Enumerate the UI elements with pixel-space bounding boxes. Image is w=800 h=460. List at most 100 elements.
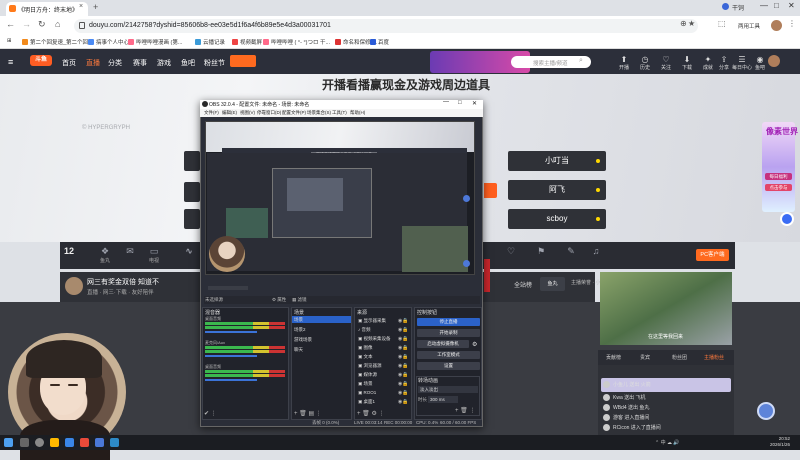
nav-icon-share[interactable]: ⇪ 分享 <box>714 55 734 71</box>
bookmark-item[interactable]: 哔哩哔哩 ( °- °)つロ 干... <box>263 38 330 46</box>
gift-item[interactable]: ♫ <box>585 246 607 257</box>
obs-close-icon[interactable]: ✕ <box>472 100 477 107</box>
obs-menu-scenecollection[interactable]: 场景集合(S) <box>307 110 331 116</box>
bookmark-item[interactable]: 第二个回复速_第二个回... <box>22 38 93 46</box>
nav-icon-yuba[interactable]: ◉ 鱼吧 <box>750 55 770 71</box>
app-taskbar-icon[interactable] <box>95 438 104 447</box>
nav-icon-download[interactable]: ⬇ 下载 <box>677 55 697 71</box>
gift-item[interactable]: ♡ <box>500 246 522 257</box>
start-icon[interactable] <box>4 438 13 447</box>
ext-label[interactable]: 两用工具 <box>738 22 760 30</box>
source-item[interactable]: ▣ 显示器采集 <box>358 318 386 324</box>
floating-action-icon[interactable] <box>757 402 775 420</box>
source-item[interactable]: ▣ ROO1 <box>358 390 376 396</box>
rank-tab[interactable]: 贡献榜 <box>606 354 621 361</box>
nav-games[interactable]: 游戏 <box>157 58 171 68</box>
scene-item[interactable]: 场景2 <box>294 327 306 333</box>
audio-settings-icon[interactable]: ✔ ⋮ <box>204 410 217 417</box>
streamer-card[interactable]: 阿飞 <box>508 180 606 200</box>
profile-icon[interactable] <box>722 3 729 10</box>
rank-row[interactable]: Kwa 送出 飞机 <box>603 394 723 403</box>
search-icon[interactable]: ⌕ <box>579 57 583 65</box>
rank-tab[interactable]: 粉丝团 <box>672 354 687 361</box>
user-avatar[interactable] <box>768 55 780 67</box>
source-item[interactable]: ▣ 桌面1 <box>358 399 375 405</box>
forward-icon[interactable]: → <box>22 19 31 29</box>
gift-item[interactable]: ✉ <box>119 246 141 257</box>
bookmark-item[interactable]: 云播记录 <box>195 38 225 46</box>
source-item[interactable]: ♪ 音频 <box>358 327 371 333</box>
extensions-icon[interactable]: ⬚ <box>718 19 726 28</box>
address-bar[interactable]: douyu.com/2142758?dyshid=85606b8-ee03e5d… <box>74 19 698 33</box>
virtual-camera-button[interactable]: 启动虚拟摄像机 <box>417 340 469 348</box>
reload-icon[interactable]: ↻ <box>38 19 46 30</box>
nav-promo-badge[interactable] <box>230 55 256 67</box>
volume-slider[interactable] <box>205 355 257 357</box>
obs-minimize-icon[interactable]: — <box>443 99 449 105</box>
nav-yuba[interactable]: 鱼吧 <box>181 58 195 68</box>
taskbar-clock[interactable]: 20:52 2026/1/26 <box>758 436 790 447</box>
streamer-card[interactable]: scboy <box>508 209 606 229</box>
bookmark-item[interactable]: 哔哩哔哩漫画 (第... <box>128 38 182 46</box>
obs-menu-tools[interactable]: 工具(T) <box>332 110 347 116</box>
system-tray[interactable]: ⌃ 中 ☁ 🔊 <box>655 439 680 446</box>
back-icon[interactable]: ← <box>6 19 15 29</box>
home-icon[interactable]: ⌂ <box>55 19 60 29</box>
volume-slider[interactable] <box>205 379 257 381</box>
obs-taskbar-icon[interactable] <box>35 438 44 447</box>
nav-live[interactable]: 直播 <box>86 58 100 68</box>
file-explorer-icon[interactable] <box>50 438 59 447</box>
stop-streaming-button[interactable]: 停止直播 <box>417 318 480 326</box>
obs-menu-file[interactable]: 文件(F) <box>204 110 219 116</box>
rank-row[interactable]: RCicon 进入了直播间 <box>603 424 723 433</box>
side-ad-button[interactable]: 每日福利 <box>765 173 792 180</box>
app-taskbar-icon[interactable] <box>110 438 119 447</box>
start-recording-button[interactable]: 开始录制 <box>417 329 480 337</box>
bookmark-item[interactable]: 搞事个人中心 <box>88 38 129 46</box>
source-item[interactable]: ▣ 场景 <box>358 381 373 387</box>
rank-row[interactable]: 游客 进入直播间 <box>603 414 723 423</box>
side-tab-orange[interactable] <box>484 183 497 198</box>
hamburger-icon[interactable]: ≡ <box>8 57 13 67</box>
close-window-icon[interactable]: ✕ <box>788 1 795 10</box>
pc-client-button[interactable]: PC客户端 <box>696 249 729 261</box>
zoom-icon[interactable]: ⊕ <box>680 19 687 28</box>
new-tab-icon[interactable]: + <box>93 2 98 12</box>
nav-icon-daily[interactable]: ☰ 每日中心 <box>732 55 752 71</box>
app-taskbar-icon[interactable] <box>80 438 89 447</box>
bookmark-apps-icon[interactable]: ⊞ <box>7 38 12 44</box>
menu-icon[interactable]: ⋮ <box>788 19 796 28</box>
scene-toolbar-icons[interactable]: + 🗑 ▤ ⋮ <box>294 410 322 417</box>
nav-fan-festival[interactable]: 粉丝节 <box>204 58 225 68</box>
settings-button[interactable]: 设置 <box>417 362 480 370</box>
transition-type-select[interactable]: 淡入淡出 <box>418 386 478 393</box>
scene-item[interactable]: 游戏场景 <box>294 337 312 343</box>
scene-item[interactable]: 场景 <box>294 317 303 323</box>
bookmark-item[interactable]: 百度 <box>370 38 389 46</box>
rank-row[interactable]: WBd4 送出 鱼丸 <box>603 404 723 413</box>
streamer-card-left[interactable] <box>184 151 200 171</box>
nav-icon-start[interactable]: ⬆ 开播 <box>614 55 634 71</box>
obs-preview-scrollbar[interactable] <box>208 286 248 290</box>
studio-mode-button[interactable]: 工作室模式 <box>417 351 480 359</box>
scene-item[interactable]: 聊天 <box>294 347 303 353</box>
source-item[interactable]: ▣ 文本 <box>358 354 373 360</box>
nav-home[interactable]: 首页 <box>62 58 76 68</box>
source-item[interactable]: ▣ 浏览器源 <box>358 363 382 369</box>
streamer-card-left[interactable] <box>184 209 200 229</box>
fan-badge[interactable]: 鱼丸 <box>540 277 565 291</box>
nav-category[interactable]: 分类 <box>108 58 122 68</box>
gift-item[interactable]: ▭ 电视 <box>143 246 165 264</box>
source-item[interactable]: ▣ 媒体源 <box>358 372 377 378</box>
nav-events[interactable]: 赛事 <box>133 58 147 68</box>
all-site-rank-button[interactable]: 全站榜 <box>514 280 532 289</box>
browser-taskbar-icon[interactable] <box>65 438 74 447</box>
anchor-avatar[interactable] <box>65 277 83 295</box>
bookmark-star-icon[interactable]: ★ <box>688 19 695 28</box>
source-toolbar-icons[interactable]: + 🗑 ⚙ ⋮ <box>357 410 385 417</box>
side-tab-red[interactable] <box>484 259 490 292</box>
obs-menu-help[interactable]: 帮助(H) <box>350 110 365 116</box>
nav-icon-history[interactable]: ◷ 历史 <box>635 55 655 71</box>
source-item[interactable]: ▣ 图像 <box>358 345 373 351</box>
transition-duration-input[interactable]: 300 ms <box>428 396 458 403</box>
